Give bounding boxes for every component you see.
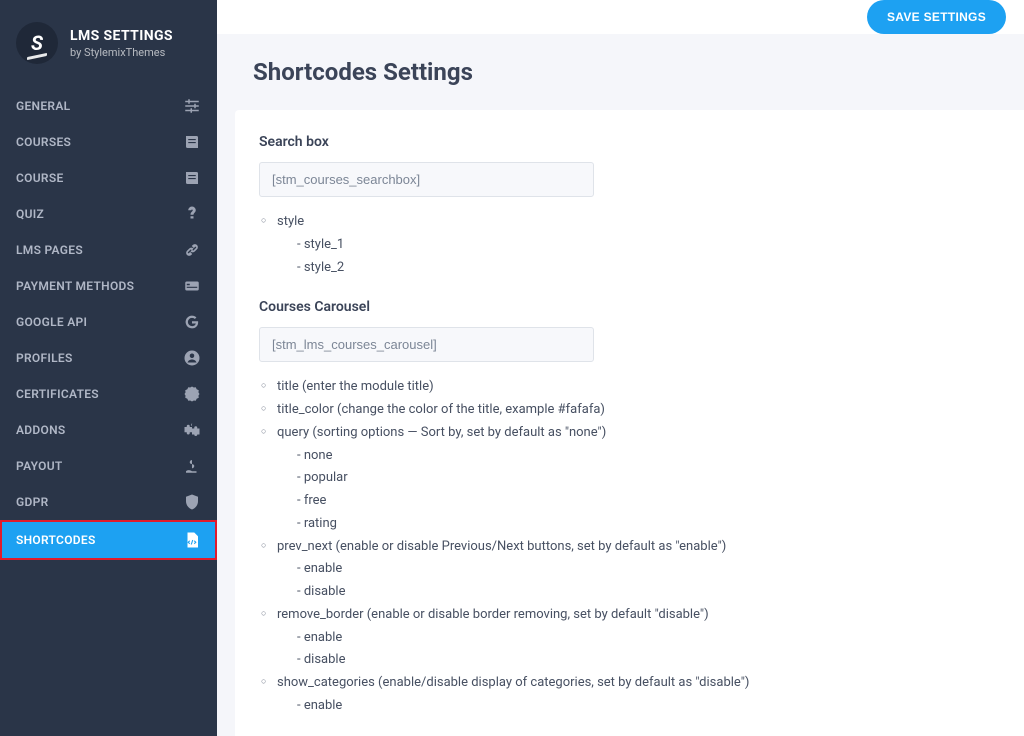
sidebar-item-label: GDPR bbox=[16, 495, 49, 509]
param-item: prev_next (enable or disable Previous/Ne… bbox=[259, 536, 1000, 604]
param-item: show_categories (enable/disable display … bbox=[259, 672, 1000, 718]
book-icon bbox=[183, 133, 201, 151]
sidebar-item-addons[interactable]: ADDONS bbox=[0, 412, 217, 448]
param-item: remove_border (enable or disable border … bbox=[259, 604, 1000, 672]
sidebar-item-shortcodes[interactable]: SHORTCODES bbox=[0, 520, 217, 560]
sidebar-item-lms-pages[interactable]: LMS PAGES bbox=[0, 232, 217, 268]
save-settings-button[interactable]: SAVE SETTINGS bbox=[867, 0, 1006, 34]
book-icon bbox=[183, 169, 201, 187]
section-title-searchbox: Search box bbox=[259, 134, 1000, 150]
sliders-icon bbox=[183, 97, 201, 115]
section-title-carousel: Courses Carousel bbox=[259, 299, 1000, 315]
param-item: title (enter the module title) bbox=[259, 376, 1000, 399]
sidebar-item-label: CERTIFICATES bbox=[16, 387, 99, 401]
page-title: Shortcodes Settings bbox=[217, 34, 1024, 110]
card-icon bbox=[183, 277, 201, 295]
sidebar-item-course[interactable]: COURSE bbox=[0, 160, 217, 196]
hand-dollar-icon bbox=[183, 457, 201, 475]
nav: GENERAL COURSES COURSE QUIZ LMS PAGES PA… bbox=[0, 88, 217, 560]
sidebar-item-payout[interactable]: PAYOUT bbox=[0, 448, 217, 484]
sidebar-item-label: COURSE bbox=[16, 171, 64, 185]
param-item: style style_1 style_2 bbox=[259, 211, 1000, 279]
google-icon bbox=[183, 313, 201, 331]
app-subtitle: by StylemixThemes bbox=[70, 46, 173, 59]
sidebar-item-google-api[interactable]: GOOGLE API bbox=[0, 304, 217, 340]
puzzle-icon bbox=[183, 421, 201, 439]
sidebar-item-profiles[interactable]: PROFILES bbox=[0, 340, 217, 376]
logo-icon: S bbox=[16, 22, 58, 64]
param-item: title_color (change the color of the tit… bbox=[259, 399, 1000, 422]
topbar: SAVE SETTINGS bbox=[217, 0, 1024, 34]
sidebar-item-certificates[interactable]: CERTIFICATES bbox=[0, 376, 217, 412]
shortcode-input-carousel[interactable] bbox=[259, 327, 594, 362]
app-title: LMS SETTINGS bbox=[70, 28, 173, 44]
sidebar-item-label: PROFILES bbox=[16, 351, 73, 365]
shortcode-input-searchbox[interactable] bbox=[259, 162, 594, 197]
sidebar-item-label: GOOGLE API bbox=[16, 315, 87, 329]
code-file-icon bbox=[183, 531, 201, 549]
settings-panel: Search box style style_1 style_2 Courses… bbox=[235, 110, 1024, 736]
badge-icon bbox=[183, 385, 201, 403]
sidebar-item-label: LMS PAGES bbox=[16, 243, 83, 257]
sidebar-item-label: QUIZ bbox=[16, 207, 44, 221]
sidebar-item-courses[interactable]: COURSES bbox=[0, 124, 217, 160]
sidebar: S LMS SETTINGS by StylemixThemes GENERAL… bbox=[0, 0, 217, 736]
sidebar-item-gdpr[interactable]: GDPR bbox=[0, 484, 217, 520]
sidebar-item-label: GENERAL bbox=[16, 99, 70, 113]
sidebar-item-label: PAYMENT METHODS bbox=[16, 279, 134, 293]
logo: S LMS SETTINGS by StylemixThemes bbox=[0, 0, 217, 88]
question-icon bbox=[183, 205, 201, 223]
param-item: query (sorting options — Sort by, set by… bbox=[259, 422, 1000, 536]
main: SAVE SETTINGS Shortcodes Settings Search… bbox=[217, 0, 1024, 736]
param-list: title (enter the module title) title_col… bbox=[259, 376, 1000, 717]
link-icon bbox=[183, 241, 201, 259]
sidebar-item-label: COURSES bbox=[16, 135, 71, 149]
sidebar-item-general[interactable]: GENERAL bbox=[0, 88, 217, 124]
sidebar-item-payment-methods[interactable]: PAYMENT METHODS bbox=[0, 268, 217, 304]
sidebar-item-label: ADDONS bbox=[16, 423, 66, 437]
sidebar-item-label: SHORTCODES bbox=[16, 533, 96, 547]
user-icon bbox=[183, 349, 201, 367]
sidebar-item-quiz[interactable]: QUIZ bbox=[0, 196, 217, 232]
param-list: style style_1 style_2 bbox=[259, 211, 1000, 279]
shield-icon bbox=[183, 493, 201, 511]
sidebar-item-label: PAYOUT bbox=[16, 459, 63, 473]
